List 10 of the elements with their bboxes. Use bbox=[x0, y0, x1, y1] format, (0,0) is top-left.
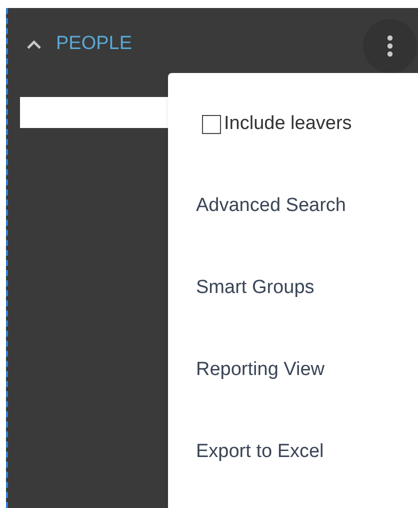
more-vertical-icon bbox=[387, 35, 393, 57]
menu-item[interactable]: Smart Groups bbox=[168, 267, 418, 310]
checkbox[interactable] bbox=[202, 115, 221, 134]
chevron-up-icon bbox=[27, 40, 41, 49]
menu-item[interactable]: Reporting View bbox=[168, 349, 418, 392]
section-title: PEOPLE bbox=[56, 32, 132, 56]
checkbox-label: Include leavers bbox=[224, 112, 352, 136]
menu-item[interactable]: Advanced Search bbox=[168, 185, 418, 228]
menu-item[interactable]: Export to Excel bbox=[168, 431, 418, 474]
include-leavers-checkbox[interactable]: Include leavers bbox=[168, 103, 418, 146]
